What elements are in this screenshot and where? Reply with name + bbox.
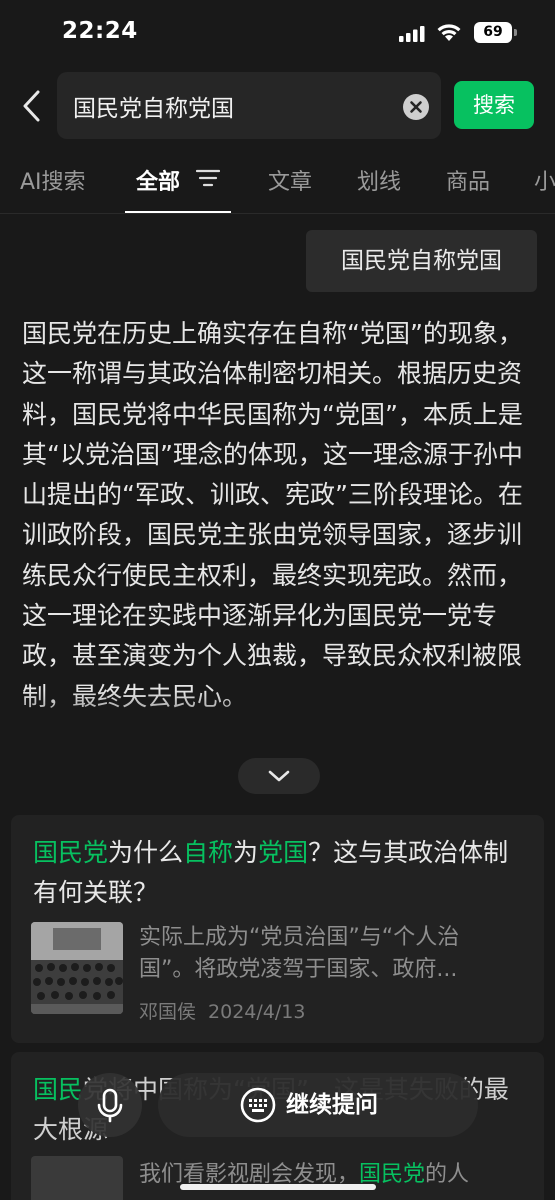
query-bubble: 国民党自称党国 xyxy=(306,230,537,292)
result-date: 2024/4/13 xyxy=(208,1001,306,1023)
tab-ai-search[interactable]: AI搜索 xyxy=(20,164,86,196)
title-part: 国民 xyxy=(33,1075,84,1104)
status-time: 22:24 xyxy=(62,18,138,44)
continue-asking-button[interactable]: 继续提问 xyxy=(158,1073,478,1137)
search-button[interactable]: 搜索 xyxy=(454,81,534,129)
title-part: 为 xyxy=(233,838,259,867)
tab-bar: AI搜索 全部 文章 划线 商品 小 xyxy=(0,150,555,214)
tab-all[interactable]: 全部 xyxy=(136,164,180,196)
tab-articles[interactable]: 文章 xyxy=(268,164,312,196)
back-arrow-icon[interactable] xyxy=(18,88,46,124)
tab-more[interactable]: 小 xyxy=(534,164,555,196)
result-card[interactable]: 国民党为什么自称为党国？这与其政治体制有何关联？ 实际上成为“党员治国”与“个人… xyxy=(11,815,544,1043)
clear-icon[interactable] xyxy=(403,94,429,120)
chevron-down-icon xyxy=(268,770,290,782)
result-card-title: 国民党为什么自称为党国？这与其政治体制有何关联？ xyxy=(33,833,528,913)
result-thumbnail xyxy=(31,922,123,1014)
title-part: 党国 xyxy=(258,838,309,867)
result-author: 邓国侯 xyxy=(139,1001,197,1023)
title-part: 为什么 xyxy=(108,838,184,867)
tab-highlights[interactable]: 划线 xyxy=(357,164,401,196)
battery-indicator: 69 xyxy=(474,22,512,43)
result-snippet: 实际上成为“党员治国”与“个人治 国”。将政党凌驾于国家、政府... xyxy=(139,922,519,986)
expand-answer-button[interactable] xyxy=(238,758,320,794)
snippet-line: 实际上成为“党员治国”与“个人治 xyxy=(139,925,460,950)
cellular-signal-icon xyxy=(399,26,425,42)
battery-cap xyxy=(514,29,517,36)
home-indicator xyxy=(180,1184,376,1190)
title-part: 国民党 xyxy=(33,838,109,867)
search-input[interactable]: 国民党自称党国 xyxy=(57,72,441,139)
active-tab-underline xyxy=(125,211,231,213)
keyboard-icon xyxy=(240,1087,276,1123)
snippet-line: 国”。将政党凌驾于国家、政府... xyxy=(139,957,458,982)
voice-input-button[interactable] xyxy=(78,1073,142,1137)
wifi-icon xyxy=(437,24,461,41)
microphone-icon xyxy=(97,1088,123,1123)
search-query-text: 国民党自称党国 xyxy=(73,96,234,122)
snippet-part: 的人 xyxy=(425,1162,470,1187)
status-bar: 22:24 69 xyxy=(0,0,555,62)
continue-asking-label: 继续提问 xyxy=(286,1092,378,1118)
result-meta: 邓国侯 2024/4/13 xyxy=(139,997,317,1024)
title-part: 自称 xyxy=(183,838,234,867)
filter-icon[interactable] xyxy=(196,168,220,188)
battery-level: 69 xyxy=(483,24,503,40)
result-thumbnail xyxy=(31,1156,123,1200)
tab-products[interactable]: 商品 xyxy=(446,164,490,196)
